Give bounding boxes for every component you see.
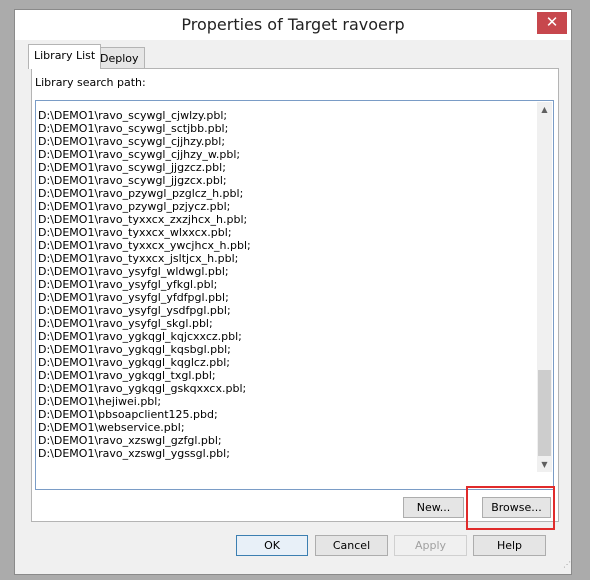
library-path-item[interactable]: D:\DEMO1\ravo_xzswgl_ygssgl.pbl; — [36, 447, 251, 460]
library-path-item[interactable]: D:\DEMO1\ravo_pzywgl_pzjycz.pbl; — [36, 200, 251, 213]
scrollbar-thumb[interactable] — [538, 370, 551, 456]
library-path-item[interactable]: D:\DEMO1\ravo_scywgl_cjjhzy_w.pbl; — [36, 148, 251, 161]
library-path-item[interactable]: D:\DEMO1\ravo_ygkqgl_txgl.pbl; — [36, 369, 251, 382]
library-path-item[interactable]: D:\DEMO1\ravo_ygkqgl_kqjcxxcz.pbl; — [36, 330, 251, 343]
library-path-item[interactable]: D:\DEMO1\ravo_ygkqgl_gskqxxcx.pbl; — [36, 382, 251, 395]
library-path-item[interactable]: D:\DEMO1\ravo_ygkqgl_kqsbgl.pbl; — [36, 343, 251, 356]
title-bar: Properties of Target ravoerp — [15, 10, 571, 40]
library-path-item[interactable]: D:\DEMO1\ravo_ysyfgl_yfdfpgl.pbl; — [36, 291, 251, 304]
tab-deploy[interactable]: Deploy — [94, 47, 145, 69]
vertical-scrollbar[interactable]: ▲ ▼ — [537, 102, 552, 472]
library-search-path-label: Library search path: — [35, 76, 146, 89]
library-path-item[interactable]: D:\DEMO1\ravo_tyxxcx_wlxxcx.pbl; — [36, 226, 251, 239]
library-path-item[interactable]: D:\DEMO1\ravo_ygkqgl_kqglcz.pbl; — [36, 356, 251, 369]
library-path-item[interactable]: D:\DEMO1\ravo_pzywgl_pzglcz_h.pbl; — [36, 187, 251, 200]
library-path-item[interactable]: D:\DEMO1\ravo_tyxxcx_jsltjcx_h.pbl; — [36, 252, 251, 265]
library-path-item[interactable]: D:\DEMO1\ravo_ysyfgl_yfkgl.pbl; — [36, 278, 251, 291]
library-path-item[interactable]: D:\DEMO1\ravo_scywgl_jjgzcx.pbl; — [36, 174, 251, 187]
library-path-item[interactable]: D:\DEMO1\ravo_tyxxcx_ywcjhcx_h.pbl; — [36, 239, 251, 252]
library-path-item[interactable]: D:\DEMO1\pbsoapclient125.pbd; — [36, 408, 251, 421]
ok-button[interactable]: OK — [236, 535, 308, 556]
window-title: Properties of Target ravoerp — [181, 15, 405, 34]
close-icon: ✕ — [545, 13, 559, 31]
library-path-item[interactable]: D:\DEMO1\ravo_scywgl_cjwlzy.pbl; — [36, 109, 251, 122]
close-button[interactable]: ✕ — [537, 12, 567, 34]
highlight-box — [466, 486, 555, 530]
cancel-button[interactable]: Cancel — [315, 535, 388, 556]
tab-library-list[interactable]: Library List — [28, 44, 102, 69]
library-path-item[interactable]: D:\DEMO1\ravo_ysyfgl_wldwgl.pbl; — [36, 265, 251, 278]
scroll-down-icon[interactable]: ▼ — [537, 457, 552, 472]
resize-grip-icon[interactable]: ⋰ — [563, 560, 571, 569]
library-path-item[interactable]: D:\DEMO1\ravo_ysyfgl_ysdfpgl.pbl; — [36, 304, 251, 317]
new-button[interactable]: New... — [403, 497, 464, 518]
apply-button[interactable]: Apply — [394, 535, 467, 556]
library-path-item[interactable]: D:\DEMO1\ravo_scywgl_sctjbb.pbl; — [36, 122, 251, 135]
library-path-list[interactable]: D:\DEMO1\ravo_scywgl_cjwlzy.pbl; D:\DEMO1… — [35, 100, 554, 490]
scroll-up-icon[interactable]: ▲ — [537, 102, 552, 117]
help-button[interactable]: Help — [473, 535, 546, 556]
library-path-item[interactable]: D:\DEMO1\ravo_scywgl_jjgzcz.pbl; — [36, 161, 251, 174]
library-path-item[interactable]: D:\DEMO1\ravo_ysyfgl_skgl.pbl; — [36, 317, 251, 330]
library-path-item[interactable]: D:\DEMO1\ravo_scywgl_cjjhzy.pbl; — [36, 135, 251, 148]
library-path-item[interactable]: D:\DEMO1\webservice.pbl; — [36, 421, 251, 434]
library-path-item[interactable]: D:\DEMO1\hejiwei.pbl; — [36, 395, 251, 408]
library-list-panel: Library search path: D:\DEMO1\ravo_scywg… — [31, 68, 559, 522]
library-path-item[interactable]: D:\DEMO1\ravo_xzswgl_gzfgl.pbl; — [36, 434, 251, 447]
library-path-item[interactable]: D:\DEMO1\ravo_tyxxcx_zxzjhcx_h.pbl; — [36, 213, 251, 226]
